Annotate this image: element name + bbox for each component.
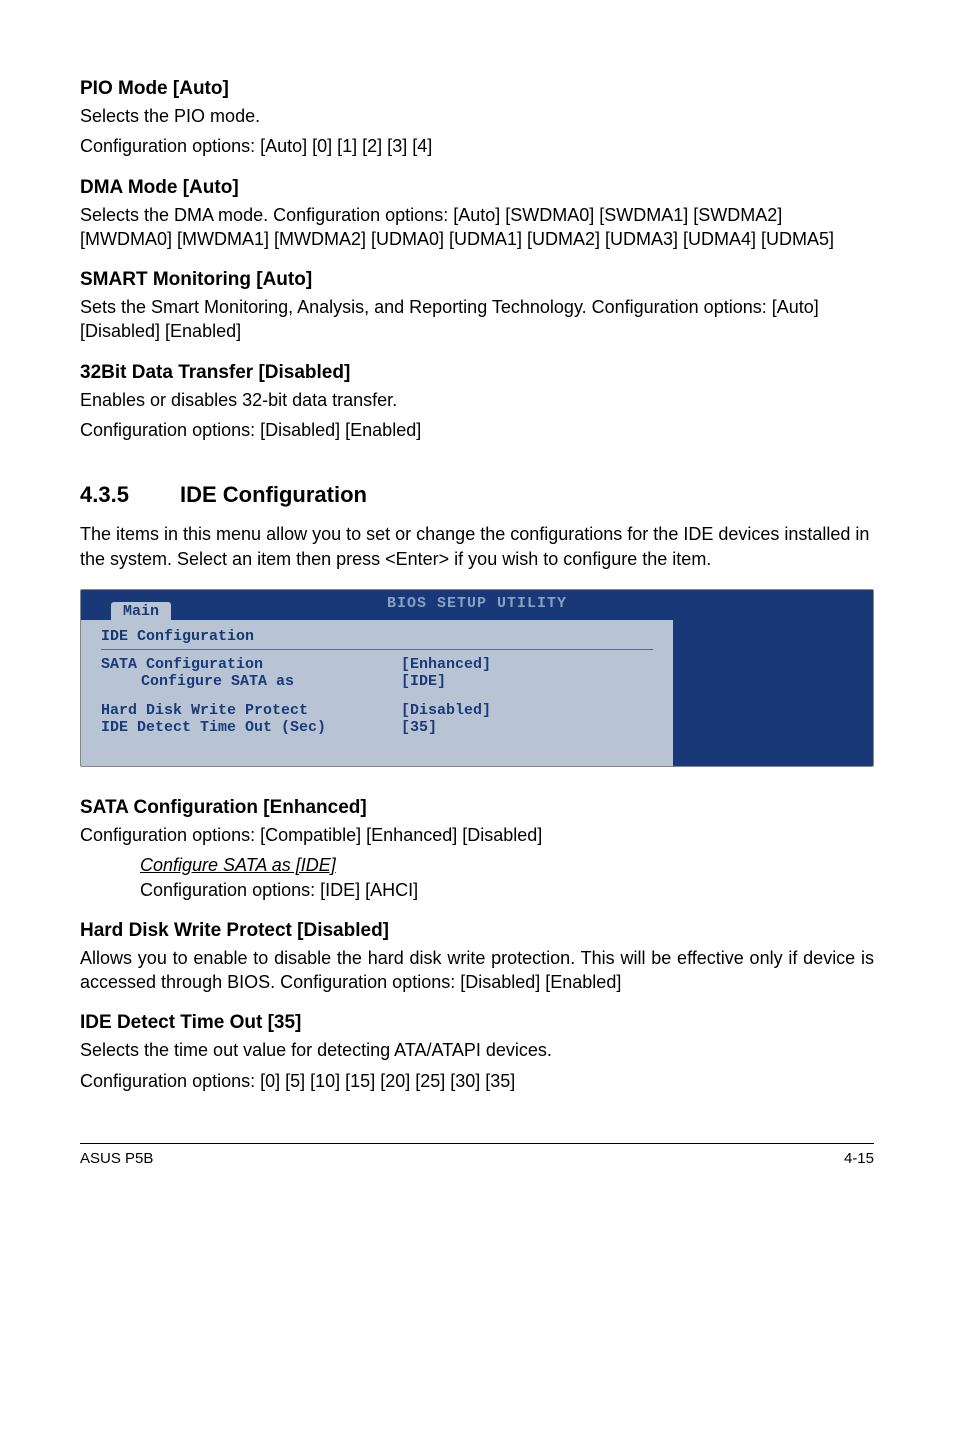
bios-tab-main: Main (111, 602, 171, 621)
bit32-line1: Enables or disables 32-bit data transfer… (80, 388, 874, 412)
page: PIO Mode [Auto] Selects the PIO mode. Co… (0, 0, 954, 1207)
bios-group-title: IDE Configuration (101, 628, 653, 650)
page-footer: ASUS P5B 4-15 (80, 1143, 874, 1167)
bit32-line2: Configuration options: [Disabled] [Enabl… (80, 418, 874, 442)
pio-mode-line1: Selects the PIO mode. (80, 104, 874, 128)
ide-detect-line2: Configuration options: [0] [5] [10] [15]… (80, 1069, 874, 1093)
bios-sata-config-label: SATA Configuration (101, 656, 401, 673)
bios-row-configure-as: Configure SATA as [IDE] (101, 673, 653, 690)
bios-row-hdwp: Hard Disk Write Protect [Disabled] (101, 702, 653, 719)
sata-sub-title: Configure SATA as [IDE] (140, 853, 874, 877)
ide-config-num: 4.3.5 (80, 482, 180, 508)
bios-row-sata-config: SATA Configuration [Enhanced] (101, 656, 653, 673)
smart-body: Sets the Smart Monitoring, Analysis, and… (80, 295, 874, 344)
sata-sub-body: Configuration options: [IDE] [AHCI] (140, 878, 874, 902)
bios-header: BIOS SETUP UTILITY Main (81, 590, 873, 620)
sata-config-body: Configuration options: [Compatible] [Enh… (80, 823, 874, 847)
bios-sata-config-value: [Enhanced] (401, 656, 491, 673)
bios-ide-detect-value: [35] (401, 719, 437, 736)
sata-sub-block: Configure SATA as [IDE] Configuration op… (140, 853, 874, 902)
bios-screenshot: BIOS SETUP UTILITY Main IDE Configuratio… (80, 589, 874, 767)
bios-ide-detect-label: IDE Detect Time Out (Sec) (101, 719, 401, 736)
bios-title: BIOS SETUP UTILITY (387, 595, 567, 612)
bios-configure-as-value: [IDE] (401, 673, 446, 690)
ide-config-heading: 4.3.5IDE Configuration (80, 482, 874, 508)
footer-right: 4-15 (844, 1150, 874, 1167)
bios-body: IDE Configuration SATA Configuration [En… (81, 620, 873, 766)
dma-mode-title: DMA Mode [Auto] (80, 177, 874, 199)
hdwp-title: Hard Disk Write Protect [Disabled] (80, 920, 874, 942)
sata-config-title: SATA Configuration [Enhanced] (80, 797, 874, 819)
bios-row-ide-detect: IDE Detect Time Out (Sec) [35] (101, 719, 653, 736)
ide-config-intro: The items in this menu allow you to set … (80, 522, 874, 571)
ide-detect-title: IDE Detect Time Out [35] (80, 1012, 874, 1034)
bios-configure-as-label: Configure SATA as (101, 673, 401, 690)
bios-right-panel (673, 620, 873, 766)
pio-mode-title: PIO Mode [Auto] (80, 78, 874, 100)
bios-left-panel: IDE Configuration SATA Configuration [En… (81, 620, 673, 766)
bios-hdwp-value: [Disabled] (401, 702, 491, 719)
hdwp-body: Allows you to enable to disable the hard… (80, 946, 874, 995)
pio-mode-line2: Configuration options: [Auto] [0] [1] [2… (80, 134, 874, 158)
spacer (101, 690, 653, 702)
ide-detect-line1: Selects the time out value for detecting… (80, 1038, 874, 1062)
bit32-title: 32Bit Data Transfer [Disabled] (80, 362, 874, 384)
dma-mode-body: Selects the DMA mode. Configuration opti… (80, 203, 874, 252)
bios-hdwp-label: Hard Disk Write Protect (101, 702, 401, 719)
smart-title: SMART Monitoring [Auto] (80, 269, 874, 291)
footer-left: ASUS P5B (80, 1150, 153, 1167)
ide-config-title: IDE Configuration (180, 482, 367, 507)
